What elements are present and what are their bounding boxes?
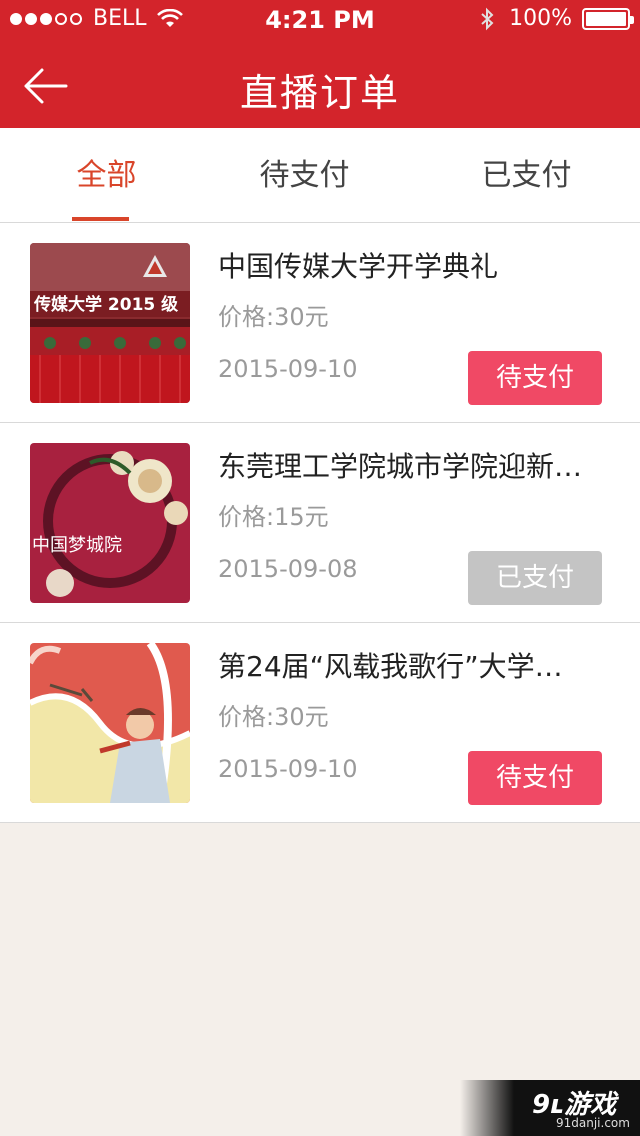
order-list: 传媒大学 2015 级 中国传媒大学开学典礼 价格:30元 2015-09-10… — [0, 223, 640, 823]
order-price: 价格:15元 — [218, 503, 329, 531]
thumb-banner-text: 中国梦城院 — [32, 535, 122, 556]
order-price: 价格:30元 — [218, 303, 329, 331]
event-thumbnail — [30, 643, 190, 803]
site-watermark: 9ʟ游戏 91danji.com — [460, 1080, 640, 1136]
event-thumbnail: 传媒大学 2015 级 — [30, 243, 190, 403]
bluetooth-icon — [481, 7, 494, 30]
pay-button[interactable]: 待支付 — [468, 751, 602, 805]
order-date: 2015-09-08 — [218, 555, 358, 583]
battery-icon — [582, 7, 634, 30]
event-thumbnail: 中国梦城院 — [30, 443, 190, 603]
order-item[interactable]: 第24届“风载我歌行”大学… 价格:30元 2015-09-10 待支付 — [0, 623, 640, 823]
order-title: 第24届“风载我歌行”大学… — [218, 650, 563, 683]
page-title: 直播订单 — [239, 71, 400, 115]
battery-percent: 100% — [509, 6, 572, 31]
order-price: 价格:30元 — [218, 703, 329, 731]
filter-tabs: 全部 待支付 已支付 — [0, 128, 640, 223]
order-title: 中国传媒大学开学典礼 — [218, 250, 499, 283]
order-date: 2015-09-10 — [218, 755, 358, 783]
order-date: 2015-09-10 — [218, 355, 358, 383]
tab-all[interactable]: 全部 — [0, 128, 213, 223]
watermark-url: 91danji.com — [556, 1116, 630, 1130]
order-item[interactable]: 传媒大学 2015 级 中国传媒大学开学典礼 价格:30元 2015-09-10… — [0, 223, 640, 423]
nav-header: BELL 4:21 PM 100% 直播订单 — [0, 0, 640, 128]
order-title: 东莞理工学院城市学院迎新… — [218, 450, 583, 483]
status-right: 100% — [479, 6, 634, 31]
tab-paid[interactable]: 已支付 — [420, 128, 633, 223]
thumb-banner-text: 传媒大学 2015 级 — [33, 294, 178, 315]
order-item[interactable]: 中国梦城院 东莞理工学院城市学院迎新… 价格:15元 2015-09-08 已支… — [0, 423, 640, 623]
active-tab-indicator — [72, 217, 129, 221]
paid-status-button[interactable]: 已支付 — [468, 551, 602, 605]
tab-unpaid[interactable]: 待支付 — [198, 128, 411, 223]
status-bar: BELL 4:21 PM 100% — [0, 0, 640, 40]
pay-button[interactable]: 待支付 — [468, 351, 602, 405]
